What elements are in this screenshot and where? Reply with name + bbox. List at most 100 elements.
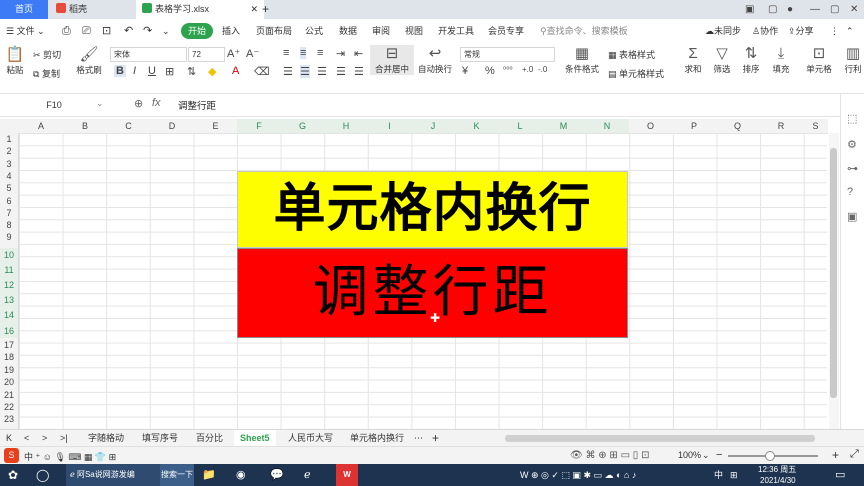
bold-icon[interactable]: B [114, 65, 126, 77]
decrease-font-icon[interactable]: A⁻ [246, 47, 259, 60]
column-header[interactable]: G [281, 119, 324, 133]
align-top-icon[interactable]: ≡ [283, 47, 289, 59]
paste-button[interactable]: 📋 粘贴 [4, 46, 26, 76]
currency-icon[interactable]: ¥ [462, 65, 468, 77]
row-header[interactable]: 3 [0, 158, 18, 170]
font-name-select[interactable]: 宋体 [110, 47, 187, 62]
row-header[interactable]: 10 [0, 248, 18, 263]
name-box[interactable]: F10 [4, 98, 104, 112]
horizontal-scrollbar[interactable] [505, 435, 815, 442]
align-middle-icon[interactable]: ≡ [300, 47, 307, 59]
zoom-out-icon[interactable]: − [716, 449, 722, 461]
zoom-search-icon[interactable]: ⊕ [134, 97, 143, 110]
row-header[interactable]: 20 [0, 376, 18, 388]
align-right-icon[interactable]: ☰ [317, 65, 327, 78]
collab-button[interactable]: ♙协作 [752, 19, 778, 43]
merge-center-button[interactable]: ⊟ 合并居中 [370, 45, 414, 75]
menu-dev[interactable]: 开发工具 [438, 19, 474, 43]
zoom-dropdown-icon[interactable]: ⌄ [702, 450, 710, 461]
formula-input[interactable]: 调整行距 [178, 98, 216, 112]
redo-icon[interactable]: ↷ [143, 19, 152, 43]
column-header[interactable]: B [63, 119, 107, 133]
preview-icon[interactable]: ⊡ [102, 19, 111, 43]
menu-review[interactable]: 审阅 [372, 19, 390, 43]
tab-home[interactable]: 首页 [0, 0, 48, 19]
fullscreen-icon[interactable]: ⤢ [850, 448, 859, 461]
row-header[interactable]: 18 [0, 351, 18, 363]
row-header[interactable]: 9 [0, 231, 18, 243]
menu-insert[interactable]: 插入 [222, 19, 240, 43]
close-window-icon[interactable]: ✕ [850, 0, 858, 19]
cell-button[interactable]: ⊡ 单元格 [804, 45, 834, 75]
sync-status[interactable]: ☁未同步 [705, 19, 741, 43]
firefox-icon[interactable]: ◉ [236, 464, 246, 486]
next-sheet-icon[interactable]: > [42, 430, 47, 447]
column-header[interactable]: O [629, 119, 672, 133]
tray-icons[interactable]: W ⊕ ◎ ✓ ⬚ ▣ ✱ ▭ ☁ ◐ ⌂ ♪ [520, 464, 636, 486]
underline-icon[interactable]: U [148, 65, 156, 77]
more-sheets-icon[interactable]: ⋯ [414, 430, 423, 447]
font-size-select[interactable]: 72 [188, 47, 225, 62]
column-header[interactable]: M [542, 119, 585, 133]
thousands-icon[interactable]: ⁰⁰⁰ [503, 65, 513, 74]
print-icon[interactable]: ⎚ [82, 19, 91, 43]
new-tab-icon[interactable]: + [262, 0, 269, 19]
align-left-icon[interactable]: ☰ [283, 65, 293, 78]
minimize-icon[interactable]: — [810, 0, 820, 19]
wechat-icon[interactable]: 💬 [270, 464, 284, 486]
decrease-decimal-icon[interactable]: -.0 [538, 65, 547, 74]
ruler-icon[interactable]: ⊶ [847, 162, 858, 175]
maximize-icon[interactable]: ▢ [830, 0, 839, 19]
column-header[interactable]: L [498, 119, 542, 133]
taskbar-item-browser[interactable]: ℯ 阿Sa说网游发编 [66, 464, 160, 486]
tab-daoke[interactable]: 稻壳 [50, 0, 140, 19]
taskbar-search-button[interactable]: 搜索一下 [160, 464, 194, 486]
first-sheet-icon[interactable]: K [6, 430, 12, 447]
folder-icon[interactable]: 📁 [202, 464, 216, 486]
indent-icon[interactable]: ⇥ [336, 47, 345, 60]
more-icon[interactable]: ⌄ [162, 19, 170, 43]
row-header[interactable]: 23 [0, 413, 18, 425]
row-header[interactable]: 8 [0, 219, 18, 231]
menu-layout[interactable]: 页面布局 [256, 19, 292, 43]
filter-button[interactable]: ▽ 筛选 [711, 45, 733, 75]
increase-font-icon[interactable]: A⁺ [227, 47, 240, 60]
sort-button[interactable]: ⇅ 排序 [740, 45, 762, 75]
clock-date[interactable]: 2021/4/30 [760, 475, 796, 486]
column-header[interactable]: F [237, 119, 281, 133]
undo-icon[interactable]: ↶ [124, 19, 133, 43]
sheet-tab-active[interactable]: Sheet5 [234, 430, 276, 447]
column-header[interactable]: C [107, 119, 150, 133]
menu-data[interactable]: 数据 [339, 19, 357, 43]
search-box[interactable]: ⚲查找命令、搜索模板 [540, 19, 628, 43]
scroll-thumb[interactable] [830, 148, 837, 398]
increase-decimal-icon[interactable]: +.0 [522, 65, 533, 74]
help-icon[interactable]: ? [847, 186, 853, 198]
row-header[interactable]: 16 [0, 325, 18, 338]
fill-button[interactable]: ⤓ 填充 [769, 45, 793, 75]
align-center-icon[interactable]: ☰ [300, 65, 310, 78]
fill-color-icon[interactable]: ◆ [208, 65, 216, 78]
save-icon[interactable]: ⎙ [62, 19, 71, 43]
row-header[interactable]: 17 [0, 339, 18, 351]
menu-formula[interactable]: 公式 [305, 19, 323, 43]
ime-status-icon[interactable]: 中 ⁺ ☺ 🎙 ⌨ ▦ 👕 ⊞ [24, 450, 116, 463]
edge-icon[interactable]: ℯ [304, 464, 311, 486]
row-header[interactable]: 13 [0, 293, 18, 308]
row-header[interactable]: 6 [0, 195, 18, 207]
row-header[interactable]: 21 [0, 389, 18, 401]
menu-start[interactable]: 开始 [181, 23, 214, 39]
column-header[interactable]: S [803, 119, 828, 133]
row-header[interactable]: 5 [0, 182, 18, 194]
column-header[interactable]: P [672, 119, 716, 133]
column-header[interactable]: N [585, 119, 629, 133]
column-header[interactable]: E [194, 119, 237, 133]
eraser-icon[interactable]: ⌫ [254, 65, 270, 78]
column-header[interactable]: R [759, 119, 803, 133]
cell-style-button[interactable]: ▤ 单元格样式 [608, 67, 664, 80]
italic-icon[interactable]: I [133, 65, 136, 77]
zoom-in-icon[interactable]: + [832, 448, 839, 462]
row-header[interactable]: 14 [0, 308, 18, 323]
format-painter-button[interactable]: 🖌 格式刷 [76, 46, 102, 76]
row-header[interactable]: 22 [0, 401, 18, 413]
